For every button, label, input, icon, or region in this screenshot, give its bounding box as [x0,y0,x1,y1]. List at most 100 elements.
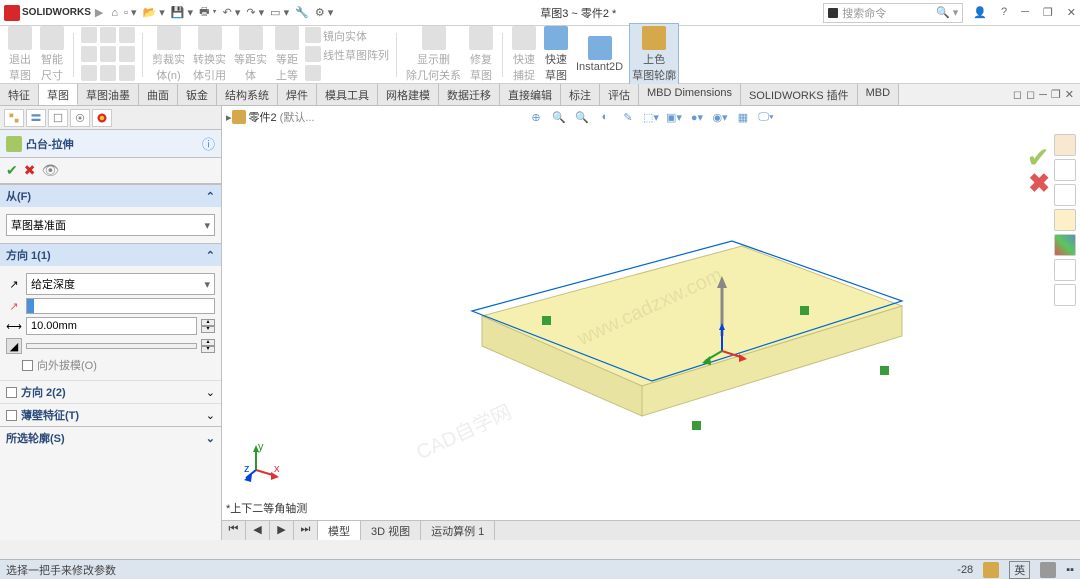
print-icon[interactable]: 🖶 ▾ [199,3,217,22]
offset-button[interactable]: 等距实体 [232,26,269,83]
depth-input[interactable]: 10.00mm [26,317,197,335]
tab-features[interactable]: 特征 [0,84,39,105]
draft-spinner[interactable]: ▴▾ [201,339,215,353]
tab-structure[interactable]: 结构系统 [217,84,278,105]
restore-icon[interactable]: ❐ [1043,6,1053,19]
extrude-preview-model[interactable] [402,186,942,466]
tab-surfaces[interactable]: 曲面 [139,84,178,105]
section-view-icon[interactable]: ◐ [596,108,614,126]
view-orient-icon[interactable]: ⬚▾ [642,108,660,126]
repair-button[interactable]: 修复草图 [467,26,495,83]
close-doc-icon[interactable]: ✕ [1065,88,1074,101]
thin-row[interactable]: 薄壁特征(T) ⌄ [0,403,221,426]
trim-button[interactable]: 剪裁实体(n) [150,26,187,83]
tab-sketch-ink[interactable]: 草图油墨 [78,84,139,105]
pm-tab-dimxpert[interactable] [70,109,90,127]
tab-evaluate[interactable]: 评估 [600,84,639,105]
sw-resources-icon[interactable] [1054,134,1076,156]
tab-mesh[interactable]: 网格建模 [378,84,439,105]
tab-nav-next[interactable]: ▶ [270,521,294,540]
pm-tab-display[interactable] [92,109,112,127]
chevron-up-icon[interactable]: ⌃ [206,190,215,203]
feature-help-icon[interactable]: ⓘ [202,134,215,153]
direction-vector-icon[interactable]: ↗ [6,298,22,314]
design-library-icon[interactable] [1054,159,1076,181]
relations-button[interactable]: 显示删除几何关系 [404,26,463,83]
cancel-button[interactable]: ✖ [24,162,36,179]
expand-panel-icon[interactable]: ◻ [1013,88,1022,101]
minimize-icon[interactable]: ─ [1021,6,1029,19]
custom-props-icon[interactable] [1054,259,1076,281]
tab-sketch[interactable]: 草图 [39,84,78,105]
tab-data-migration[interactable]: 数据迁移 [439,84,500,105]
restore-doc-icon[interactable]: ❐ [1051,88,1061,101]
exit-sketch-button[interactable]: 退出草图 [6,26,34,83]
rebuild-icon[interactable]: 🔧 [295,6,309,19]
sketch-entities-group[interactable] [81,27,135,82]
tab-annotate[interactable]: 标注 [561,84,600,105]
open-icon[interactable]: 📂 ▾ [143,6,165,19]
save-icon[interactable]: 💾 ▾ [171,6,193,19]
tab-motion[interactable]: 运动算例 1 [421,521,495,540]
pm-tab-config[interactable] [48,109,68,127]
from-condition-select[interactable]: 草图基准面 ▾ [6,214,215,236]
tab-nav-prev[interactable]: ◀ [246,521,270,540]
collapse-panel-icon[interactable]: ◻ [1026,88,1035,101]
file-explorer-icon[interactable] [1054,184,1076,206]
select-icon[interactable]: ▭ ▾ [270,6,289,19]
chevron-down-icon[interactable]: ⌄ [206,432,215,445]
options-icon[interactable]: ⚙ ▾ [315,6,333,19]
ime-lang[interactable]: 英 [1009,561,1030,579]
search-command-box[interactable]: 搜索命令 🔍 ▾ [823,3,963,23]
unit-system-icon[interactable] [983,562,999,578]
new-icon[interactable]: ▫ ▾ [124,6,136,19]
draft-input[interactable] [26,343,197,349]
modify-group[interactable]: 镜向实体 线性草图阵列 [305,27,389,82]
view-settings-icon[interactable]: 🖵▾ [757,108,775,126]
quick-snap-button[interactable]: 快速捕捉 [510,26,538,83]
hide-show-icon[interactable]: ●▾ [688,108,706,126]
play-icon[interactable]: ▶ [95,6,103,19]
chevron-down-icon[interactable]: ⌄ [206,409,215,422]
user-icon[interactable]: 👤 [973,6,987,19]
minimize-doc-icon[interactable]: ─ [1039,89,1047,101]
edit-appearance-icon[interactable]: ◉▾ [711,108,729,126]
tab-direct-edit[interactable]: 直接编辑 [500,84,561,105]
status-extra-icon[interactable] [1040,562,1056,578]
graphics-viewport[interactable]: ▸ 零件2 (默认... ⊕ 🔍 🔍 ◐ ✎ ⬚▾ ▣▾ ●▾ ◉▾ ▦ 🖵▾ … [222,106,1080,540]
undo-icon[interactable]: ↶ ▾ [223,6,241,19]
tab-mbd-dim[interactable]: MBD Dimensions [639,84,741,105]
dynamic-annot-icon[interactable]: ✎ [619,108,637,126]
display-style-icon[interactable]: ▣▾ [665,108,683,126]
orientation-triad[interactable]: y x z [244,442,284,482]
depth-spinner[interactable]: ▴▾ [201,319,215,333]
instant2d-button[interactable]: Instant2D [574,36,625,73]
tab-mold-tools[interactable]: 模具工具 [317,84,378,105]
tab-sheetmetal[interactable]: 钣金 [178,84,217,105]
forum-icon[interactable] [1054,284,1076,306]
close-icon[interactable]: ✕ [1067,6,1076,19]
smart-dim-button[interactable]: 智能尺寸 [38,26,66,83]
tab-sw-addins[interactable]: SOLIDWORKS 插件 [741,84,858,105]
pm-tab-property[interactable] [26,109,46,127]
tab-nav-last[interactable]: ⏭ [294,521,318,540]
tab-nav-first[interactable]: ⏮ [222,521,246,540]
chevron-down-icon[interactable]: ⌄ [206,386,215,399]
dir1-group-header[interactable]: 方向 1(1) ⌃ [0,243,221,266]
ok-button[interactable]: ✔ [6,162,18,179]
end-condition-select[interactable]: 给定深度 ▾ [26,273,215,295]
breadcrumb[interactable]: 零件2 (默认... [232,109,315,125]
detailed-preview-icon[interactable]: 👁 [41,162,59,179]
dir2-row[interactable]: 方向 2(2) ⌄ [0,380,221,403]
chevron-up-icon[interactable]: ⌃ [206,249,215,262]
draft-icon[interactable]: ◢ [6,338,22,354]
contours-group-header[interactable]: 所选轮廓(S) ⌄ [0,426,221,449]
appearances-icon[interactable] [1054,234,1076,256]
confirm-corner-cancel[interactable]: ✖ [1028,168,1050,199]
prev-view-icon[interactable]: 🔍 [573,108,591,126]
tab-3dview[interactable]: 3D 视图 [361,521,421,540]
shaded-sketch-button[interactable]: 上色草图轮廓 [629,23,679,86]
redo-icon[interactable]: ↷ ▾ [246,6,264,19]
apply-scene-icon[interactable]: ▦ [734,108,752,126]
reverse-dir-icon[interactable]: ↗ [6,276,22,292]
